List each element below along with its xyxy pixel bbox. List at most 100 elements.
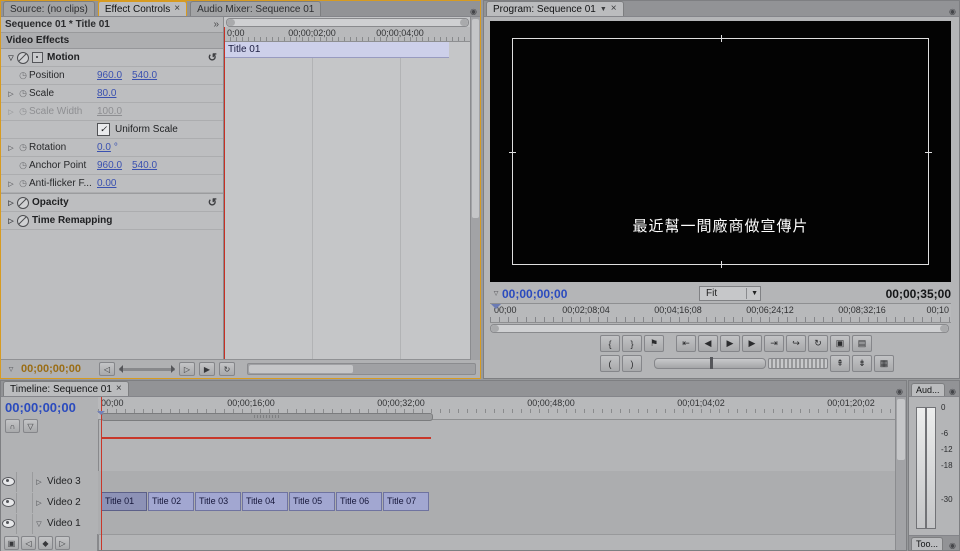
chevron-down-icon[interactable]: ▼ <box>600 3 607 16</box>
twisty-closed-icon[interactable]: ▷ <box>5 180 17 188</box>
track-name[interactable]: Video 1 <box>47 518 81 529</box>
play-button[interactable]: ▶ <box>720 335 740 352</box>
track-lock-box[interactable] <box>17 493 33 513</box>
track-lane-video1[interactable] <box>98 513 896 535</box>
shuttle-slider[interactable] <box>654 358 766 369</box>
effect-enabled-icon[interactable] <box>17 215 29 227</box>
track-lane-video3[interactable] <box>98 471 896 493</box>
effect-opacity-row[interactable]: ▷ Opacity ↺ <box>1 193 223 212</box>
panel-menu-icon[interactable]: ◉ <box>896 387 903 396</box>
panel-menu-icon[interactable]: ◉ <box>949 387 956 396</box>
trim-left-button[interactable]: ( <box>600 355 620 372</box>
position-y-value[interactable]: 540.0 <box>132 70 157 81</box>
close-icon[interactable]: × <box>611 4 617 14</box>
export-frame-button[interactable]: ▦ <box>874 355 894 372</box>
twisty-closed-icon[interactable]: ▷ <box>5 217 17 225</box>
twisty-open-icon[interactable]: ▽ <box>5 366 17 373</box>
chevron-down-icon[interactable]: ▼ <box>746 288 760 299</box>
stopwatch-icon[interactable]: ◷ <box>17 142 29 153</box>
rotation-value[interactable]: 0.0 <box>97 142 111 153</box>
stopwatch-icon[interactable]: ◷ <box>17 70 29 81</box>
tab-effect-controls[interactable]: Effect Controls × <box>98 1 187 16</box>
mini-timeline-clip[interactable]: Title 01 <box>224 42 449 58</box>
effect-enabled-icon[interactable] <box>17 52 29 64</box>
snap-button[interactable]: ∩ <box>5 419 20 433</box>
clip-title-07[interactable]: Title 07 <box>383 492 429 511</box>
track-lock-box[interactable] <box>17 514 33 534</box>
effect-enabled-icon[interactable] <box>17 197 29 209</box>
effect-controls-timecode[interactable]: 00;00;00;00 <box>21 363 81 375</box>
work-area-bar[interactable] <box>101 413 433 421</box>
twisty-open-icon[interactable]: ▽ <box>490 290 502 297</box>
lift-button[interactable]: ⇞ <box>830 355 850 372</box>
track-name[interactable]: Video 2 <box>47 497 81 508</box>
horizontal-scrollbar[interactable] <box>247 363 476 375</box>
set-sequence-marker-button[interactable]: ▽ <box>23 419 38 433</box>
close-icon[interactable]: × <box>116 384 122 394</box>
clip-title-04[interactable]: Title 04 <box>242 492 288 511</box>
tab-tools[interactable]: Too... <box>911 537 943 550</box>
scrollbar-thumb[interactable] <box>249 365 353 373</box>
clip-title-05[interactable]: Title 05 <box>289 492 335 511</box>
go-to-previous-edit-button[interactable]: ⇤ <box>676 335 696 352</box>
stopwatch-icon[interactable]: ◷ <box>17 178 29 189</box>
jog-disk[interactable] <box>768 358 828 369</box>
toggle-track-output-button[interactable] <box>1 514 17 534</box>
effect-motion-row[interactable]: ▽ Motion ↺ <box>1 49 223 67</box>
add-keyframe-button[interactable]: ◆ <box>38 536 53 550</box>
twisty-closed-icon[interactable]: ▷ <box>33 499 45 507</box>
clip-title-03[interactable]: Title 03 <box>195 492 241 511</box>
track-lane-video2[interactable]: Title 01 Title 02 Title 03 Title 04 Titl… <box>98 492 896 514</box>
reset-icon[interactable]: ↺ <box>208 51 217 64</box>
set-marker-button[interactable]: ⚑ <box>644 335 664 352</box>
close-icon[interactable]: × <box>174 4 180 14</box>
effect-time-remapping-row[interactable]: ▷ Time Remapping <box>1 212 223 230</box>
uniform-scale-checkbox[interactable]: ✓ <box>97 123 110 136</box>
vertical-scrollbar[interactable] <box>470 17 480 360</box>
zoom-out-button[interactable]: ◁ <box>99 362 115 376</box>
loop-button[interactable]: ↻ <box>808 335 828 352</box>
go-to-out-button[interactable]: } <box>622 335 642 352</box>
toggle-track-output-button[interactable] <box>1 472 17 492</box>
go-to-in-button[interactable]: { <box>600 335 620 352</box>
show-hide-timeline-view-button[interactable]: » <box>213 19 219 30</box>
toggle-track-output-button[interactable] <box>1 493 17 513</box>
track-lock-box[interactable] <box>17 472 33 492</box>
play-button[interactable]: ▶ <box>199 362 215 376</box>
scrollbar-thumb[interactable] <box>897 399 905 460</box>
mini-timeline-ruler[interactable]: 0;00 00;00;02;00 00;00;04;00 <box>224 27 471 42</box>
program-ruler[interactable]: 00;00 00;02;08;04 00;04;16;08 00;06;24;1… <box>490 303 951 323</box>
program-current-time[interactable]: 00;00;00;00 <box>502 287 567 301</box>
viewing-area-bar[interactable] <box>490 324 949 333</box>
trim-right-button[interactable]: ) <box>622 355 642 372</box>
loop-button[interactable]: ↻ <box>219 362 235 376</box>
anti-flicker-value[interactable]: 0.00 <box>97 178 116 189</box>
clip-title-06[interactable]: Title 06 <box>336 492 382 511</box>
zoom-slider[interactable] <box>119 368 175 371</box>
panel-menu-icon[interactable]: ◉ <box>949 541 956 550</box>
twisty-closed-icon[interactable]: ▷ <box>5 90 17 98</box>
timeline-playhead[interactable] <box>101 397 102 550</box>
step-back-button[interactable]: ◀ <box>698 335 718 352</box>
previous-keyframe-button[interactable]: ◁ <box>21 536 36 550</box>
tab-audio-master-meters[interactable]: Aud... <box>911 383 945 396</box>
track-name[interactable]: Video 3 <box>47 476 81 487</box>
go-to-next-edit-button[interactable]: ⇥ <box>764 335 784 352</box>
viewing-area-bar[interactable] <box>226 18 469 27</box>
zoom-level-select[interactable]: Fit ▼ <box>699 286 761 301</box>
tab-source[interactable]: Source: (no clips) <box>3 1 95 16</box>
panel-menu-icon[interactable]: ◉ <box>949 7 956 16</box>
timeline-ruler[interactable]: 00;00 00;00;16;00 00;00;32;00 00;00;48;0… <box>98 397 896 420</box>
scrollbar-thumb[interactable] <box>472 19 479 218</box>
stopwatch-icon[interactable]: ◷ <box>17 88 29 99</box>
anchor-x-value[interactable]: 960.0 <box>97 160 122 171</box>
tab-program[interactable]: Program: Sequence 01 ▼ × <box>486 1 624 16</box>
twisty-closed-icon[interactable]: ▷ <box>5 199 17 207</box>
vertical-scrollbar[interactable] <box>895 397 906 550</box>
zoom-in-button[interactable]: ▷ <box>179 362 195 376</box>
stopwatch-icon[interactable]: ◷ <box>17 160 29 171</box>
anchor-y-value[interactable]: 540.0 <box>132 160 157 171</box>
program-playhead-marker[interactable] <box>491 304 501 314</box>
clip-title-02[interactable]: Title 02 <box>148 492 194 511</box>
output-button[interactable]: ▤ <box>852 335 872 352</box>
